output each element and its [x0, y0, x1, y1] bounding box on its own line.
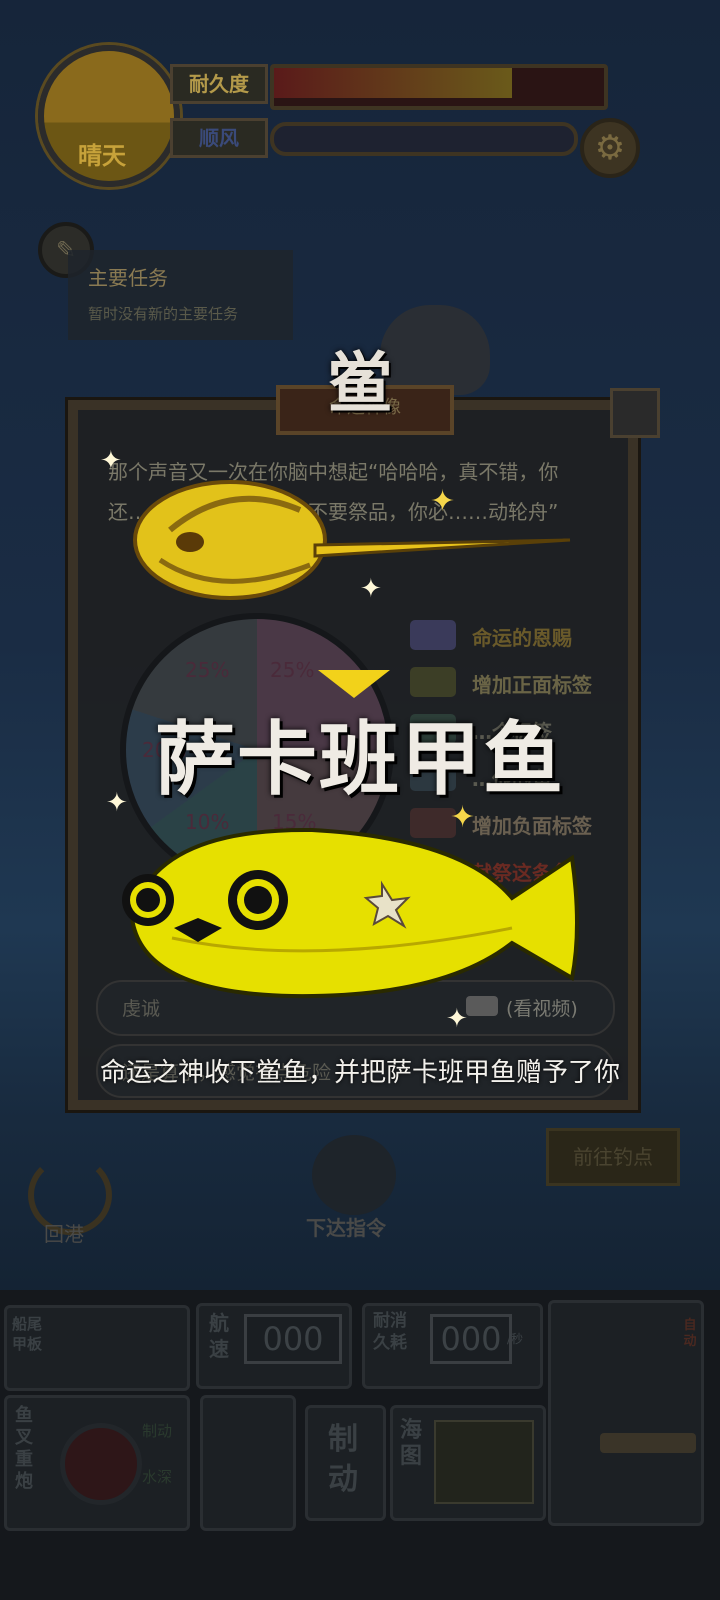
legend-label: 增加正面标签: [472, 673, 592, 697]
legend-swatch: [410, 620, 456, 650]
fire-button[interactable]: [60, 1423, 142, 1505]
quest-title: 主要任务: [88, 266, 168, 290]
arrow-down-icon: [318, 670, 390, 698]
go-fishing-button[interactable]: 前往钓点: [546, 1128, 680, 1186]
return-port-label[interactable]: 回港: [44, 1218, 84, 1247]
quest-subtitle: 暂时没有新的主要任务: [88, 305, 239, 323]
gear-icon[interactable]: ⚙: [580, 118, 640, 178]
consumption-label: 耐消久耗: [373, 1311, 407, 1353]
legend-swatch: [410, 667, 456, 697]
harpoon-label: 鱼叉重炮: [15, 1405, 33, 1492]
wheel-label: 25%: [270, 658, 315, 682]
command-label[interactable]: 下达指令: [306, 1212, 386, 1241]
sparkle-icon: ✦: [106, 788, 128, 818]
auto-label[interactable]: 自动: [680, 1318, 700, 1350]
throttle-lever[interactable]: [600, 1433, 696, 1453]
durability-fill: [274, 68, 512, 98]
wheel-label: 25%: [185, 658, 230, 682]
given-fish-name: 鲎: [327, 345, 393, 422]
brake-small-label: 制动: [142, 1422, 173, 1440]
sparkle-icon: ✦: [360, 574, 382, 604]
reward-message: 命运之神收下鲎鱼，并把萨卡班甲鱼赠予了你: [99, 1058, 620, 1088]
consumption-gauge: 000: [430, 1314, 512, 1364]
sparkle-icon: ✦: [446, 1004, 468, 1034]
sparkle-icon: ✦: [450, 800, 476, 835]
sea-map-label: 海图: [399, 1418, 422, 1469]
sparkle-icon: ✦: [100, 446, 122, 476]
joystick-panel: [200, 1395, 296, 1531]
water-depth-label: 水深: [142, 1468, 173, 1486]
legend-item: 命运的恩赐: [410, 618, 610, 652]
weather-label: 晴天: [78, 142, 126, 170]
legend-item: 增加正面标签: [410, 665, 610, 699]
sparkle-icon: ✦: [430, 484, 456, 519]
wind-bar: [270, 122, 578, 156]
sacabambaspis-image: [122, 827, 579, 999]
durability-label: 耐久度: [170, 64, 268, 104]
brake-label: 制动: [328, 1422, 358, 1497]
rear-deck-label: 船尾甲板: [11, 1315, 42, 1353]
sea-map-screen: [434, 1420, 534, 1504]
command-icon[interactable]: [312, 1135, 396, 1215]
wind-label: 顺风: [170, 118, 268, 158]
speed-gauge: 000: [244, 1314, 342, 1364]
speed-label: 航速: [209, 1311, 229, 1361]
legend-label: 命运的恩赐: [472, 626, 572, 650]
consumption-unit: /秒: [507, 1332, 524, 1346]
